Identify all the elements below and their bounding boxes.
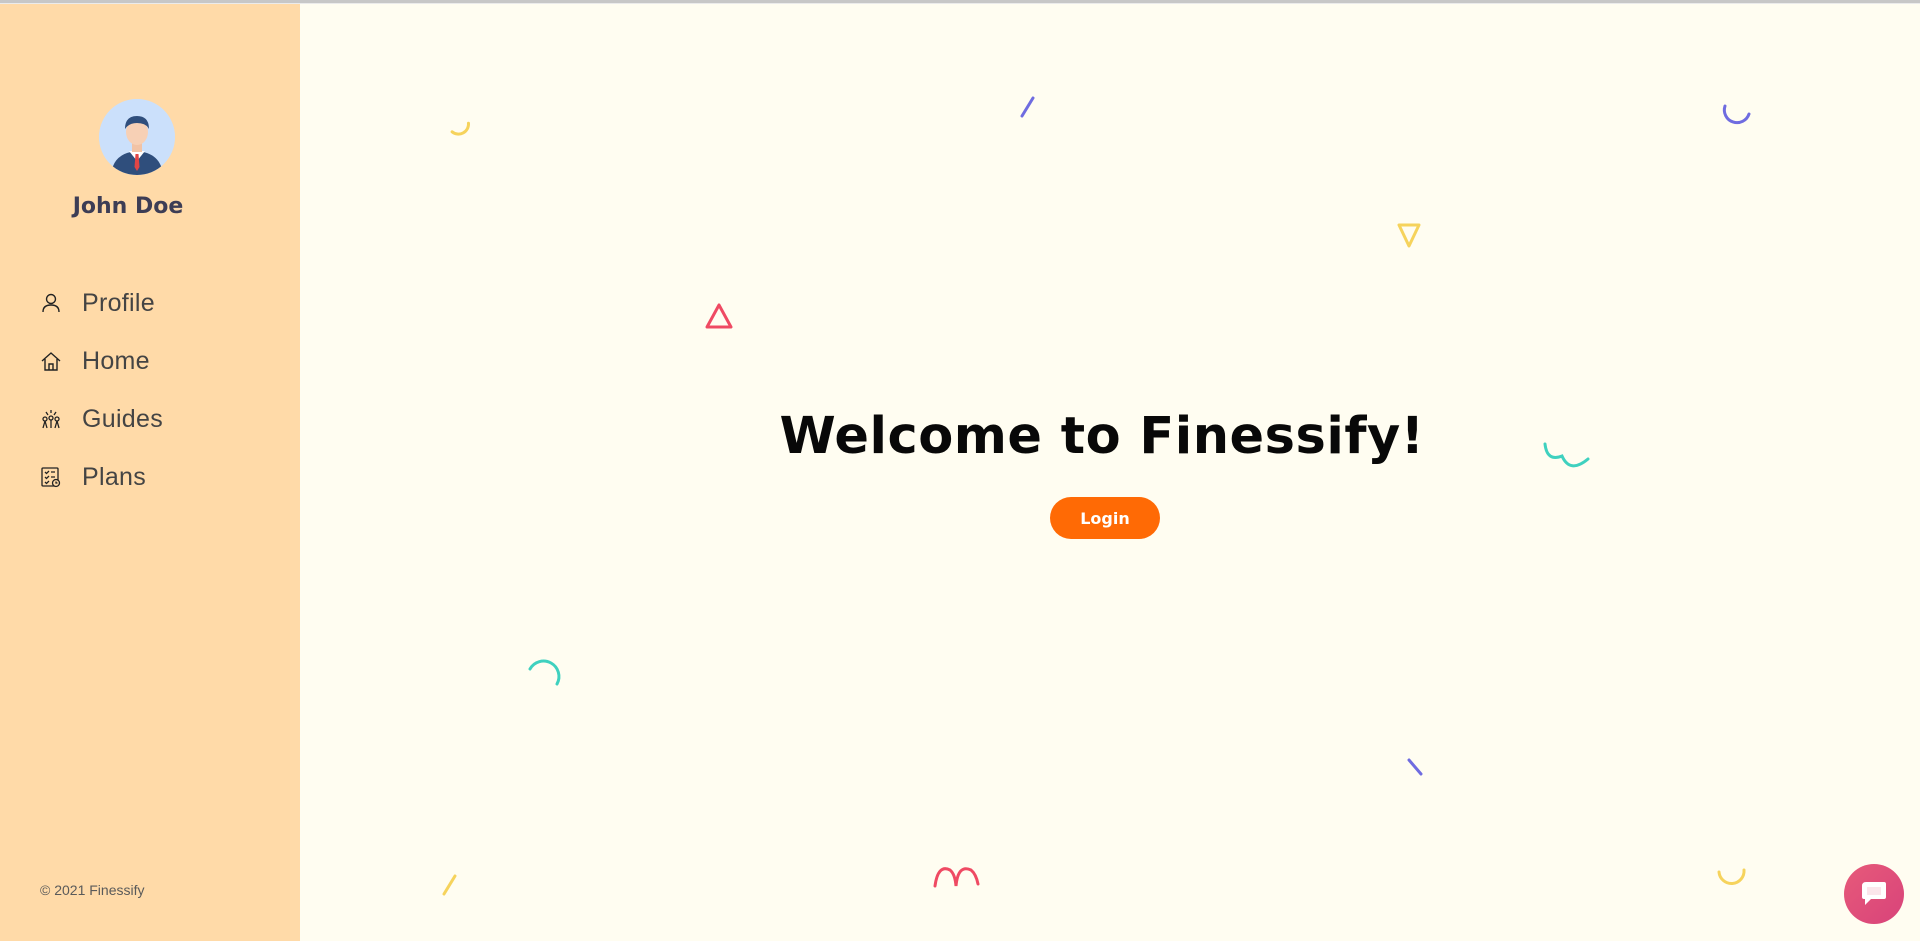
deco-arc bbox=[528, 659, 561, 686]
chat-bubble-icon bbox=[1862, 882, 1886, 905]
sidebar-item-label: Plans bbox=[82, 462, 147, 491]
main-content: Welcome to Finessify! Login bbox=[300, 4, 1920, 941]
deco-triangle bbox=[1397, 223, 1421, 248]
decorative-shapes bbox=[442, 96, 1751, 896]
deco-squiggle bbox=[933, 867, 980, 888]
deco-line bbox=[1020, 96, 1035, 118]
user-icon bbox=[38, 290, 64, 316]
sidebar: John Doe Profile Home Guides Plans © 202… bbox=[0, 4, 300, 941]
user-name: John Doe bbox=[72, 194, 184, 219]
deco-line bbox=[442, 874, 457, 896]
sidebar-item-home[interactable]: Home bbox=[0, 332, 300, 390]
copyright-text: © 2021 Finessify bbox=[40, 882, 145, 898]
sidebar-item-label: Profile bbox=[82, 288, 155, 317]
deco-arc bbox=[450, 121, 470, 136]
chat-launcher-button[interactable] bbox=[1844, 864, 1904, 924]
deco-line bbox=[1407, 758, 1423, 776]
sidebar-item-profile[interactable]: Profile bbox=[0, 274, 300, 332]
fireworks-icon bbox=[38, 406, 64, 432]
deco-triangle bbox=[705, 303, 733, 329]
avatar-illustration bbox=[99, 99, 175, 175]
deco-arc bbox=[1722, 104, 1751, 125]
page-title: Welcome to Finessify! bbox=[779, 407, 1425, 466]
sidebar-item-label: Guides bbox=[82, 404, 164, 433]
sidebar-item-label: Home bbox=[82, 346, 150, 375]
checklist-icon bbox=[38, 464, 64, 490]
deco-arc bbox=[1717, 868, 1746, 885]
sidebar-nav: Profile Home Guides Plans bbox=[0, 274, 300, 506]
sidebar-item-guides[interactable]: Guides bbox=[0, 390, 300, 448]
home-icon bbox=[38, 348, 64, 374]
login-button[interactable]: Login bbox=[1050, 497, 1160, 539]
sidebar-item-plans[interactable]: Plans bbox=[0, 448, 300, 506]
avatar[interactable] bbox=[99, 99, 175, 175]
